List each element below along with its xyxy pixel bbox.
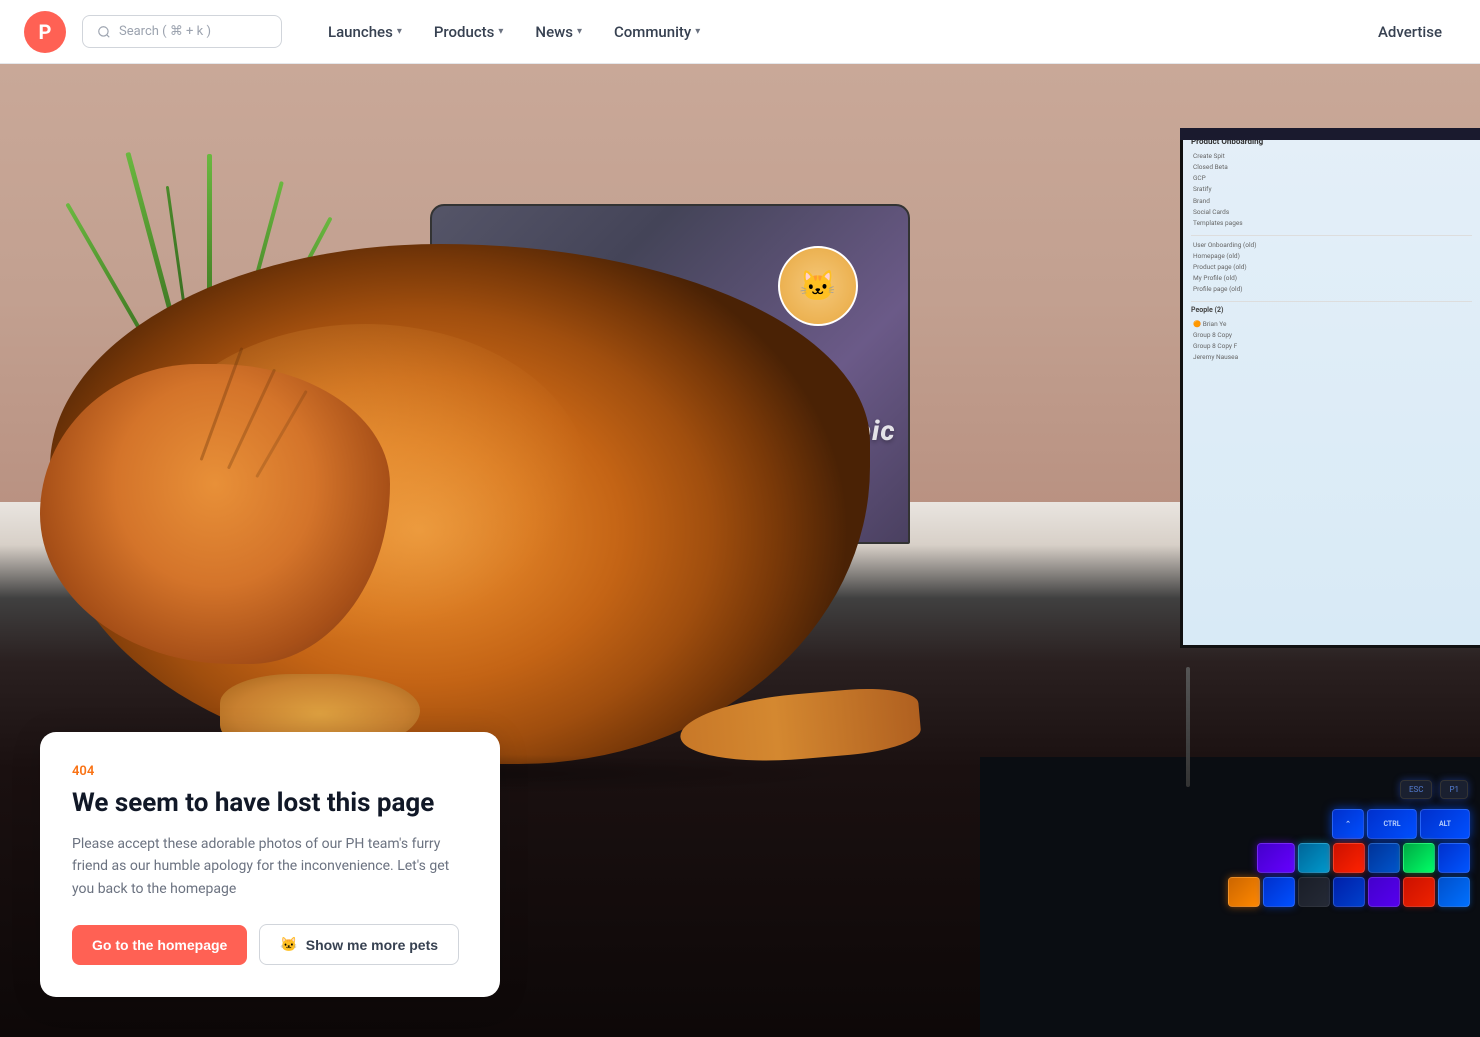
- error-code: 404: [72, 764, 468, 779]
- monitor-item: Create Spit: [1191, 151, 1472, 162]
- monitor-item: User Onboarding (old): [1191, 240, 1472, 251]
- main-nav: Launches ▾ Products ▾ News ▾ Community ▾: [314, 15, 714, 49]
- monitor-item: Homepage (old): [1191, 251, 1472, 262]
- search-bar[interactable]: Search ( ⌘ + k ): [82, 15, 282, 48]
- monitor-item: Closed Beta: [1191, 162, 1472, 173]
- monitor-cable: [1186, 667, 1190, 787]
- show-more-pets-button[interactable]: 🐱 Show me more pets: [259, 924, 459, 965]
- error-description: Please accept these adorable photos of o…: [72, 833, 468, 900]
- monitor-item: 🟠 Brian Ye: [1191, 319, 1472, 330]
- chevron-down-icon: ▾: [695, 26, 700, 37]
- monitor-top-bezel: [1180, 128, 1480, 140]
- error-title: We seem to have lost this page: [72, 787, 468, 821]
- nav-item-community[interactable]: Community ▾: [600, 15, 714, 49]
- advertise-link[interactable]: Advertise: [1364, 15, 1456, 49]
- monitor-item: Templates pages: [1191, 218, 1472, 229]
- search-icon: [97, 25, 111, 39]
- monitor-section: User Onboarding (old) Homepage (old) Pro…: [1191, 235, 1472, 295]
- monitor-item: Brand: [1191, 196, 1472, 207]
- monitor-item: Sratify: [1191, 184, 1472, 195]
- header: P Search ( ⌘ + k ) Launches ▾ Products ▾…: [0, 0, 1480, 64]
- monitor-item: Group 8 Copy F: [1191, 341, 1472, 352]
- monitor-item: GCP: [1191, 173, 1472, 184]
- chevron-down-icon: ▾: [498, 26, 503, 37]
- monitor-section-2: People (2) 🟠 Brian Ye Group 8 Copy Group…: [1191, 301, 1472, 363]
- chevron-down-icon: ▾: [397, 26, 402, 37]
- logo[interactable]: P: [24, 11, 66, 53]
- keyboard: ESC P1 ⌃ CTRL ALT: [980, 757, 1480, 1037]
- monitor: Product Onboarding Create Spit Closed Be…: [1180, 128, 1480, 648]
- chevron-down-icon: ▾: [577, 26, 582, 37]
- error-actions: Go to the homepage 🐱 Show me more pets: [72, 924, 468, 965]
- go-home-button[interactable]: Go to the homepage: [72, 925, 247, 965]
- nav-item-news[interactable]: News ▾: [521, 15, 596, 49]
- search-placeholder: Search ( ⌘ + k ): [119, 24, 211, 39]
- monitor-item: Group 8 Copy: [1191, 330, 1472, 341]
- monitor-item: Social Cards: [1191, 207, 1472, 218]
- monitor-item: Product page (old): [1191, 262, 1472, 273]
- monitor-item: Jeremy Nausea: [1191, 352, 1472, 363]
- monitor-item: Profile page (old): [1191, 284, 1472, 295]
- error-card: 404 We seem to have lost this page Pleas…: [40, 732, 500, 997]
- show-pets-label: Show me more pets: [306, 937, 438, 953]
- nav-item-launches[interactable]: Launches ▾: [314, 15, 416, 49]
- monitor-content: Product Onboarding Create Spit Closed Be…: [1183, 128, 1480, 371]
- nav-item-products[interactable]: Products ▾: [420, 15, 518, 49]
- pets-emoji: 🐱: [280, 936, 297, 953]
- monitor-item: My Profile (old): [1191, 273, 1472, 284]
